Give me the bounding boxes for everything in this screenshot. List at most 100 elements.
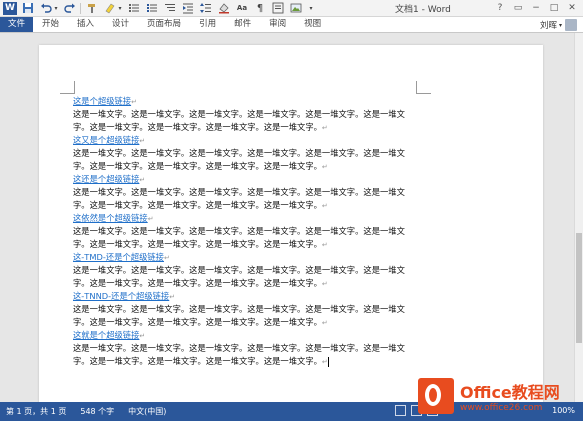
page-count[interactable]: 第 1 页，共 1 页	[6, 406, 66, 417]
document-paragraph: 这依然是个超级链接↵ 这是一堆文字。这是一堆文字。这是一堆文字。这是一堆文字。这是…	[73, 212, 423, 251]
body-text: 字。这是一堆文字。这是一堆文字。这是一堆文字。这是一堆文字。	[73, 122, 322, 132]
paragraph-mark-icon: ↵	[321, 124, 328, 132]
text-line: 这是一堆文字。这是一堆文字。这是一堆文字。这是一堆文字。这是一堆文字。这是一堆文	[73, 108, 423, 121]
body-text: 字。这是一堆文字。这是一堆文字。这是一堆文字。这是一堆文字。	[73, 278, 322, 288]
text-line: 字。这是一堆文字。这是一堆文字。这是一堆文字。这是一堆文字。↵	[73, 316, 423, 329]
tab-mailings[interactable]: 邮件	[225, 17, 260, 32]
text-line: 这是一堆文字。这是一堆文字。这是一堆文字。这是一堆文字。这是一堆文字。这是一堆文	[73, 225, 423, 238]
hyperlink-line: 这就是个超级链接↵	[73, 329, 423, 342]
document-paragraph: 这-TMD-还是个超级链接↵ 这是一堆文字。这是一堆文字。这是一堆文字。这是一堆文…	[73, 251, 423, 290]
tab-insert[interactable]: 插入	[68, 17, 103, 32]
hyperlink-line: 这-TMD-还是个超级链接↵	[73, 251, 423, 264]
tab-references[interactable]: 引用	[190, 17, 225, 32]
ribbon-display-options-icon[interactable]: ▭	[509, 0, 527, 16]
hyperlink-line: 这-TNND-还是个超级链接↵	[73, 290, 423, 303]
window-title: 文档1 - Word	[395, 5, 451, 15]
body-text: 字。这是一堆文字。这是一堆文字。这是一堆文字。这是一堆文字。	[73, 356, 322, 366]
redo-icon[interactable]	[63, 1, 77, 15]
watermark: Office教程网 www.office26.com	[416, 372, 583, 420]
paragraph-mark-icon: ↵	[163, 254, 170, 262]
tab-file[interactable]: 文件	[0, 17, 33, 32]
margin-corner-mark	[416, 81, 431, 94]
paragraph-mark-icon: ↵	[131, 98, 137, 106]
line-spacing-icon[interactable]	[199, 1, 213, 15]
office-logo-icon	[416, 376, 456, 416]
hyperlink[interactable]: 这又是个超级链接	[73, 135, 139, 145]
text-line: 字。这是一堆文字。这是一堆文字。这是一堆文字。这是一堆文字。↵	[73, 121, 423, 134]
multilevel-list-icon[interactable]	[163, 1, 177, 15]
highlight-icon[interactable]	[103, 1, 117, 15]
minimize-icon[interactable]: −	[527, 0, 545, 16]
body-text: 字。这是一堆文字。这是一堆文字。这是一堆文字。这是一堆文字。	[73, 317, 322, 327]
text-line: 这是一堆文字。这是一堆文字。这是一堆文字。这是一堆文字。这是一堆文字。这是一堆文	[73, 147, 423, 160]
text-line: 这是一堆文字。这是一堆文字。这是一堆文字。这是一堆文字。这是一堆文字。这是一堆文	[73, 303, 423, 316]
maximize-icon[interactable]: □	[545, 0, 563, 16]
text-line: 字。这是一堆文字。这是一堆文字。这是一堆文字。这是一堆文字。↵	[73, 277, 423, 290]
account-menu[interactable]: 刘晖 ▾	[540, 17, 577, 33]
language-indicator[interactable]: 中文(中国)	[128, 406, 166, 417]
indent-icon[interactable]	[181, 1, 195, 15]
ribbon-tabs: 文件 开始 插入 设计 页面布局 引用 邮件 审阅 视图	[0, 17, 583, 33]
shading-icon[interactable]	[217, 1, 231, 15]
scrollbar-thumb[interactable]	[576, 233, 582, 343]
paragraph-mark-icon: ↵	[169, 293, 176, 301]
text-line: 这是一堆文字。这是一堆文字。这是一堆文字。这是一堆文字。这是一堆文字。这是一堆文	[73, 342, 423, 355]
paragraph-mark-icon: ↵	[321, 163, 328, 171]
paragraph-mark-icon: ↵	[147, 215, 154, 223]
change-case-icon[interactable]: Aa	[235, 1, 249, 15]
body-text: 这是一堆文字。这是一堆文字。这是一堆文字。这是一堆文字。这是一堆文字。这是一堆文	[73, 265, 405, 275]
paragraph-mark-icon: ↵	[139, 332, 146, 340]
body-text: 字。这是一堆文字。这是一堆文字。这是一堆文字。这是一堆文字。	[73, 161, 322, 171]
watermark-title: Office教程网	[460, 383, 560, 402]
tab-review[interactable]: 审阅	[260, 17, 295, 32]
hyperlink[interactable]: 这-TNND-还是个超级链接	[73, 291, 169, 301]
hyperlink[interactable]: 这-TMD-还是个超级链接	[73, 252, 164, 262]
tab-design[interactable]: 设计	[103, 17, 138, 32]
hyperlink[interactable]: 这还是个超级链接	[73, 174, 139, 184]
body-text: 字。这是一堆文字。这是一堆文字。这是一堆文字。这是一堆文字。	[73, 200, 322, 210]
word-logo-icon: W	[3, 1, 17, 15]
customize-qat-icon[interactable]: ▾	[307, 1, 315, 15]
help-icon[interactable]: ?	[491, 0, 509, 16]
word-count[interactable]: 548 个字	[80, 406, 114, 417]
avatar	[565, 19, 577, 31]
highlight-dropdown-icon[interactable]: ▾	[117, 1, 123, 15]
bullets-icon[interactable]	[127, 1, 141, 15]
hyperlink-line: 这依然是个超级链接↵	[73, 212, 423, 225]
tab-page-layout[interactable]: 页面布局	[138, 17, 190, 32]
body-text: 这是一堆文字。这是一堆文字。这是一堆文字。这是一堆文字。这是一堆文字。这是一堆文	[73, 343, 405, 353]
format-painter-icon[interactable]	[85, 1, 99, 15]
undo-icon[interactable]	[39, 1, 53, 15]
text-line: 字。这是一堆文字。这是一堆文字。这是一堆文字。这是一堆文字。↵	[73, 199, 423, 212]
window-controls: ? ▭ − □ ✕	[491, 0, 581, 16]
save-icon[interactable]	[21, 1, 35, 15]
text-line: 字。这是一堆文字。这是一堆文字。这是一堆文字。这是一堆文字。↵	[73, 238, 423, 251]
document-paragraph: 这-TNND-还是个超级链接↵ 这是一堆文字。这是一堆文字。这是一堆文字。这是一堆…	[73, 290, 423, 329]
document-body[interactable]: 这是个超级链接↵ 这是一堆文字。这是一堆文字。这是一堆文字。这是一堆文字。这是一堆…	[73, 95, 423, 368]
read-mode-icon[interactable]	[395, 405, 406, 416]
hyperlink[interactable]: 这就是个超级链接	[73, 330, 139, 340]
paragraph-marks-icon[interactable]: ¶	[253, 1, 267, 15]
text-line: 这是一堆文字。这是一堆文字。这是一堆文字。这是一堆文字。这是一堆文字。这是一堆文	[73, 186, 423, 199]
numbering-icon[interactable]	[145, 1, 159, 15]
hyperlink[interactable]: 这依然是个超级链接	[73, 213, 148, 223]
body-text: 这是一堆文字。这是一堆文字。这是一堆文字。这是一堆文字。这是一堆文字。这是一堆文	[73, 304, 405, 314]
hyperlink[interactable]: 这是个超级链接	[73, 96, 131, 106]
tab-view[interactable]: 视图	[295, 17, 330, 32]
text-cursor	[327, 356, 329, 367]
tab-home[interactable]: 开始	[33, 17, 68, 32]
text-box-icon[interactable]	[271, 1, 285, 15]
picture-icon[interactable]	[289, 1, 303, 15]
text-line: 字。这是一堆文字。这是一堆文字。这是一堆文字。这是一堆文字。↵	[73, 355, 423, 368]
paragraph-mark-icon: ↵	[321, 319, 328, 327]
close-icon[interactable]: ✕	[563, 0, 581, 16]
undo-dropdown-icon[interactable]: ▾	[53, 1, 59, 15]
document-canvas[interactable]: 这是个超级链接↵ 这是一堆文字。这是一堆文字。这是一堆文字。这是一堆文字。这是一堆…	[0, 33, 583, 402]
vertical-scrollbar[interactable]	[574, 33, 583, 402]
margin-corner-mark	[60, 81, 75, 94]
document-paragraph: 这又是个超级链接↵ 这是一堆文字。这是一堆文字。这是一堆文字。这是一堆文字。这是一…	[73, 134, 423, 173]
paragraph-mark-icon: ↵	[139, 137, 146, 145]
document-paragraph: 这就是个超级链接↵ 这是一堆文字。这是一堆文字。这是一堆文字。这是一堆文字。这是一…	[73, 329, 423, 368]
user-dropdown-icon: ▾	[558, 21, 562, 29]
body-text: 这是一堆文字。这是一堆文字。这是一堆文字。这是一堆文字。这是一堆文字。这是一堆文	[73, 226, 405, 236]
